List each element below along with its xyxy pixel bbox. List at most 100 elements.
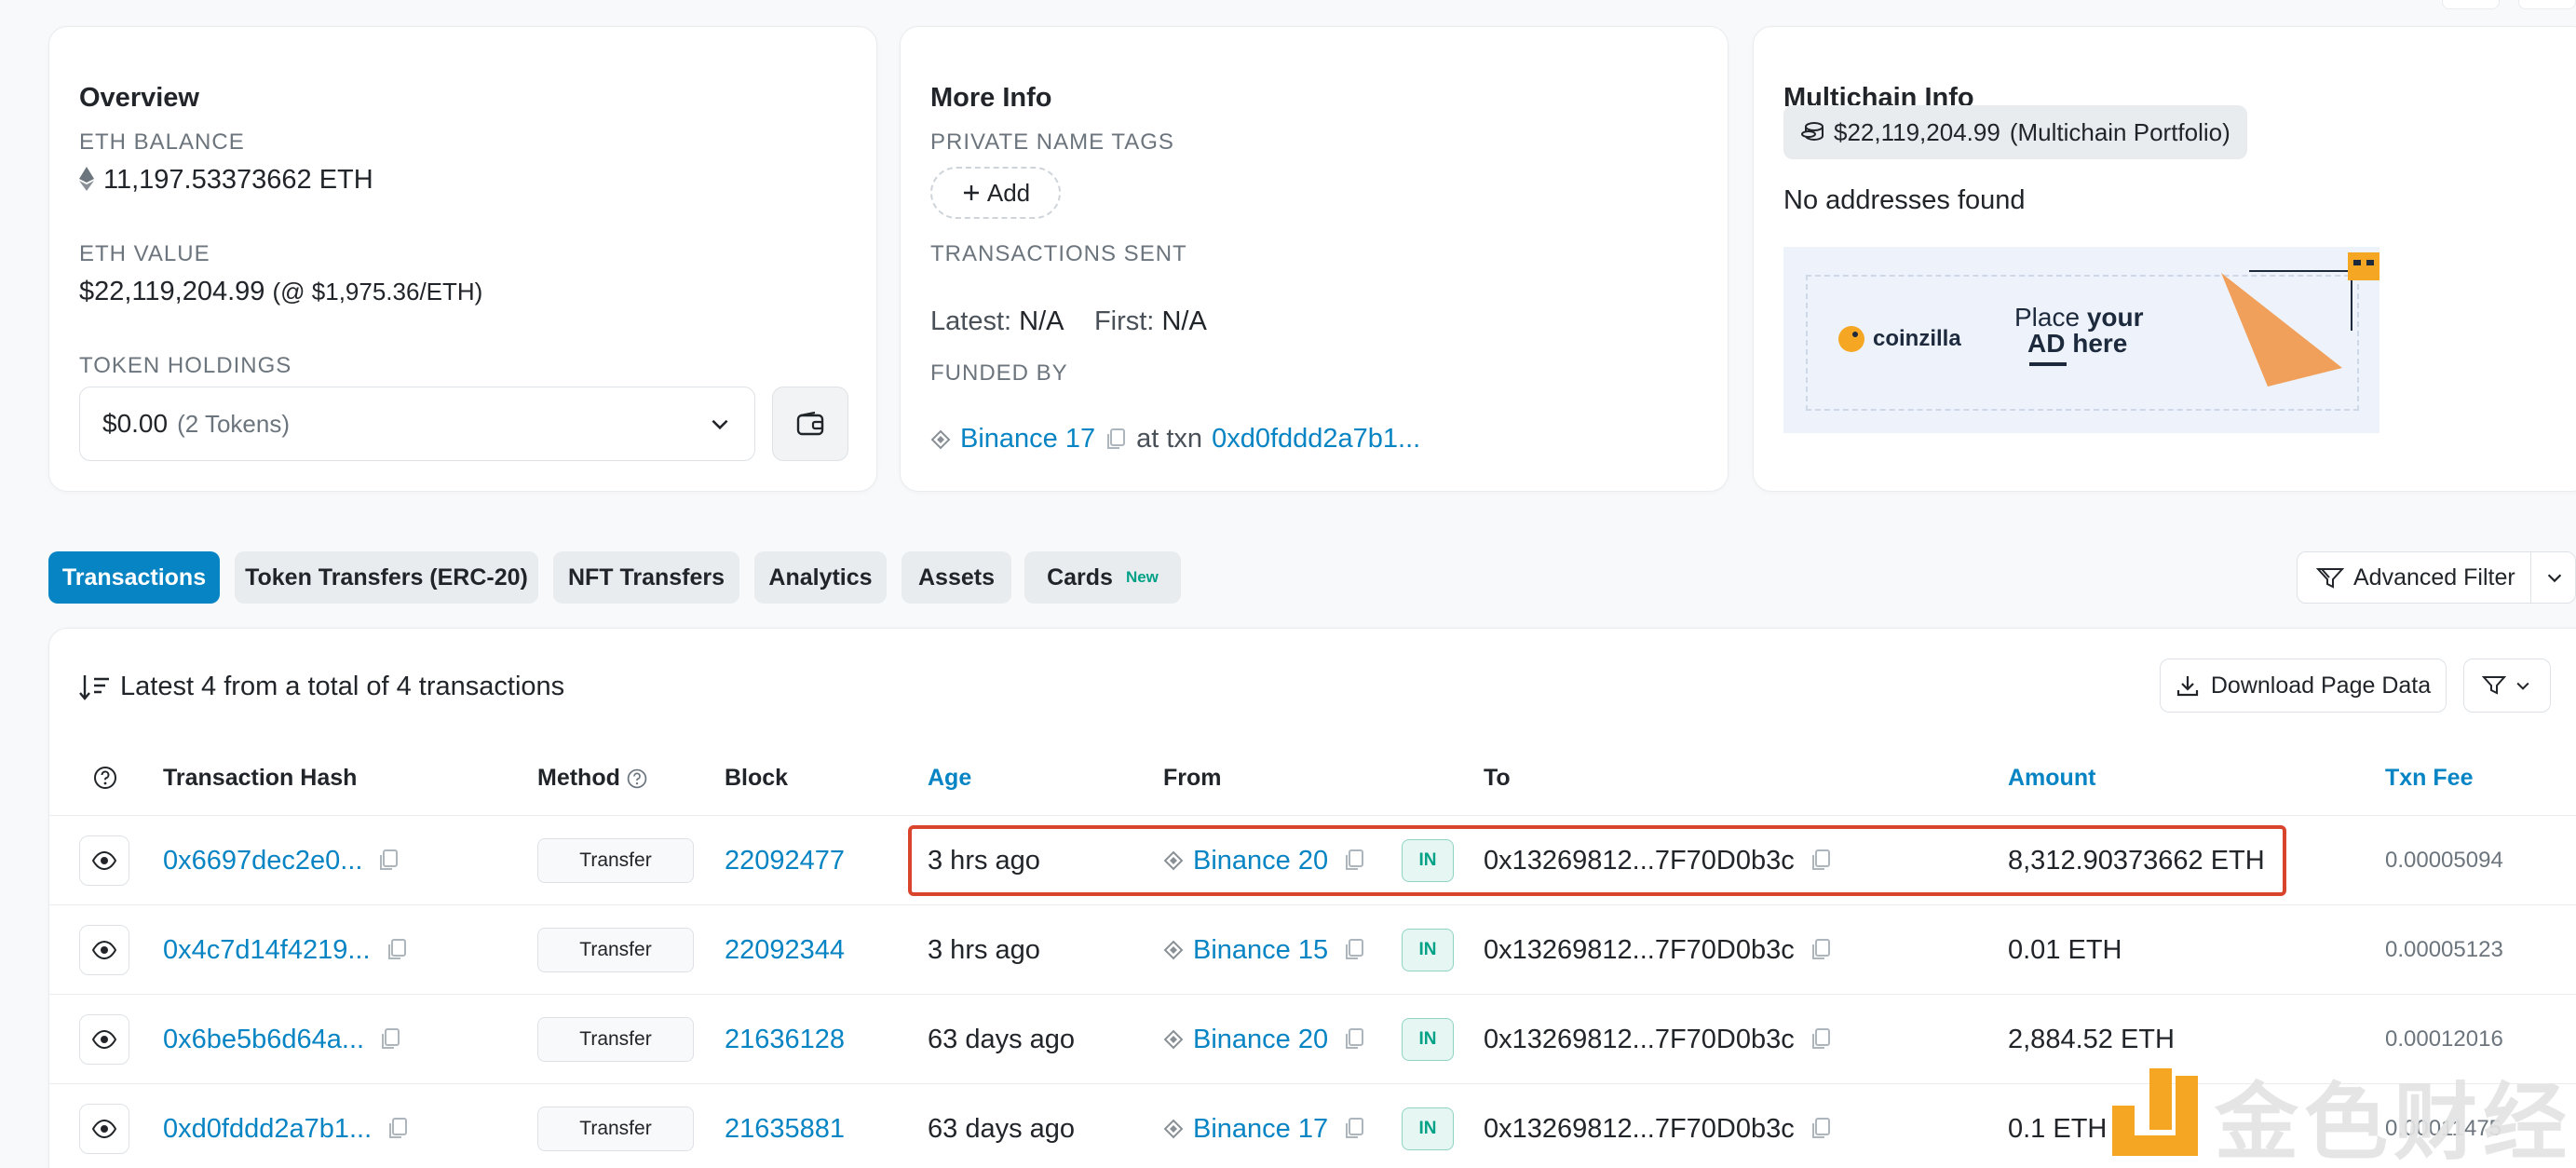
amount-value: 0.01 ETH (2008, 934, 2122, 965)
header-to: To (1484, 765, 1511, 791)
copy-icon[interactable] (1810, 938, 1832, 962)
copy-icon[interactable] (1343, 849, 1365, 873)
copy-icon[interactable] (1343, 1117, 1365, 1141)
at-txn-text: at txn (1136, 424, 1203, 454)
private-tags-label: PRIVATE NAME TAGS (930, 129, 1174, 155)
tx-hash-link[interactable]: 0xd0fddd2a7b1... (163, 1114, 372, 1145)
latest-key: Latest: (930, 306, 1012, 336)
preview-eye-icon[interactable] (79, 925, 129, 975)
multichain-card: Multichain Info $22,119,204.99 (Multicha… (1753, 26, 2576, 492)
more-info-title: More Info (930, 83, 1052, 113)
header-txn-fee[interactable]: Txn Fee (2385, 765, 2473, 792)
preview-eye-icon[interactable] (79, 1014, 129, 1065)
tx-sent-values: Latest: N/A First: N/A (930, 306, 1207, 337)
funded-by-link[interactable]: Binance 17 (960, 424, 1095, 455)
tab-transactions[interactable]: Transactions (48, 551, 220, 604)
exchange-icon (1163, 940, 1184, 960)
advanced-filter-dropdown[interactable] (2530, 552, 2576, 603)
block-link[interactable]: 22092344 (725, 935, 845, 966)
tx-summary: Latest 4 from a total of 4 transactions (79, 672, 564, 702)
method-badge: Transfer (537, 928, 694, 972)
filter-icon (2482, 676, 2506, 695)
method-badge: Transfer (537, 1017, 694, 1062)
latest-value: N/A (1019, 306, 1063, 336)
help-icon-header[interactable] (92, 765, 118, 791)
tab-cards[interactable]: Cards New (1024, 551, 1181, 604)
eth-price: (@ $1,975.36/ETH) (272, 278, 483, 306)
to-address: 0x13269812...7F70D0b3c (1484, 1024, 1795, 1054)
advanced-filter-button[interactable]: Advanced Filter (2297, 551, 2576, 604)
tab-analytics[interactable]: Analytics (754, 551, 887, 604)
copy-icon[interactable] (377, 849, 400, 873)
copy-icon[interactable] (1105, 428, 1127, 452)
overview-title: Overview (79, 83, 199, 113)
tab-nft-transfers[interactable]: NFT Transfers (553, 551, 739, 604)
token-holdings-dropdown[interactable]: $0.00 (2 Tokens) (79, 387, 755, 461)
watermark: 金色财经 (2112, 1062, 2576, 1168)
header-amount[interactable]: Amount (2008, 765, 2095, 792)
add-label: Add (986, 178, 1031, 207)
from-address-link[interactable]: Binance 20 (1193, 1025, 1328, 1055)
token-holdings-label: TOKEN HOLDINGS (79, 353, 292, 378)
copy-icon[interactable] (1810, 1027, 1832, 1052)
eth-value: $22,119,204.99 (@ $1,975.36/ETH) (79, 277, 482, 307)
column-filter-button[interactable] (2463, 659, 2551, 713)
download-page-data-button[interactable]: Download Page Data (2160, 659, 2447, 713)
portfolio-value: $22,119,204.99 (1834, 117, 2000, 146)
question-circle-icon[interactable] (626, 767, 648, 790)
no-addresses-text: No addresses found (1783, 185, 2026, 215)
table-row: 0x4c7d14f4219... Transfer 22092344 3 hrs ag… (49, 905, 2576, 995)
add-private-tag-button[interactable]: Add (930, 167, 1061, 219)
header-from: From (1163, 765, 1222, 791)
funded-by-label: FUNDED BY (930, 360, 1068, 386)
direction-in-badge: IN (1402, 929, 1454, 971)
chevron-down-icon (712, 419, 728, 430)
funded-txn-link[interactable]: 0xd0fddd2a7b1... (1212, 424, 1420, 455)
txn-fee-value: 0.00005123 (2385, 937, 2503, 962)
advertisement-banner[interactable]: coinzilla Place your AD here (1783, 247, 2379, 433)
from-address-link[interactable]: Binance 15 (1193, 935, 1328, 966)
header-age[interactable]: Age (928, 765, 971, 792)
copy-icon[interactable] (386, 938, 408, 962)
from-address-link[interactable]: Binance 17 (1193, 1114, 1328, 1145)
block-link[interactable]: 21635881 (725, 1114, 845, 1145)
method-badge: Transfer (537, 1107, 694, 1151)
header-method-label: Method (537, 765, 620, 791)
tx-hash-link[interactable]: 0x6be5b6d64a... (163, 1025, 364, 1055)
block-link[interactable]: 21636128 (725, 1025, 845, 1055)
tx-hash-link[interactable]: 0x4c7d14f4219... (163, 935, 371, 966)
age-value: 63 days ago (928, 1024, 1076, 1054)
copy-icon[interactable] (1810, 1117, 1832, 1141)
tab-token-transfers[interactable]: Token Transfers (ERC-20) (235, 551, 538, 604)
amount-value: 8,312.90373662 ETH (2008, 845, 2265, 876)
first-value: N/A (1161, 306, 1207, 336)
wallet-button[interactable] (772, 387, 848, 461)
corner-button-1[interactable] (2442, 0, 2500, 9)
copy-icon[interactable] (379, 1027, 401, 1052)
overview-card: Overview ETH BALANCE 11,197.53373662 ETH… (48, 26, 877, 492)
tab-assets[interactable]: Assets (902, 551, 1011, 604)
copy-icon[interactable] (1343, 938, 1365, 962)
copy-icon[interactable] (1810, 849, 1832, 873)
coins-icon (1801, 122, 1824, 142)
method-badge: Transfer (537, 838, 694, 883)
header-method: Method (537, 765, 648, 792)
tx-hash-link[interactable]: 0x6697dec2e0... (163, 846, 362, 876)
copy-icon[interactable] (386, 1117, 409, 1141)
copy-icon[interactable] (1343, 1027, 1365, 1052)
chevron-down-icon (2547, 574, 2561, 583)
age-value: 3 hrs ago (928, 934, 1040, 965)
multichain-portfolio-button[interactable]: $22,119,204.99 (Multichain Portfolio) (1783, 105, 2247, 159)
watermark-text: 金色财经 (2215, 1077, 2572, 1168)
amount-value: 0.1 ETH (2008, 1113, 2108, 1144)
from-address-link[interactable]: Binance 20 (1193, 846, 1328, 876)
corner-button-2[interactable] (2518, 0, 2576, 9)
download-label: Download Page Data (2210, 672, 2432, 699)
amount-value: 2,884.52 ETH (2008, 1024, 2175, 1054)
header-transaction-hash: Transaction Hash (163, 765, 358, 791)
block-link[interactable]: 22092477 (725, 846, 845, 876)
eth-balance: 11,197.53373662 ETH (79, 165, 373, 196)
download-icon (2176, 676, 2198, 697)
preview-eye-icon[interactable] (79, 1104, 129, 1154)
preview-eye-icon[interactable] (79, 835, 129, 886)
